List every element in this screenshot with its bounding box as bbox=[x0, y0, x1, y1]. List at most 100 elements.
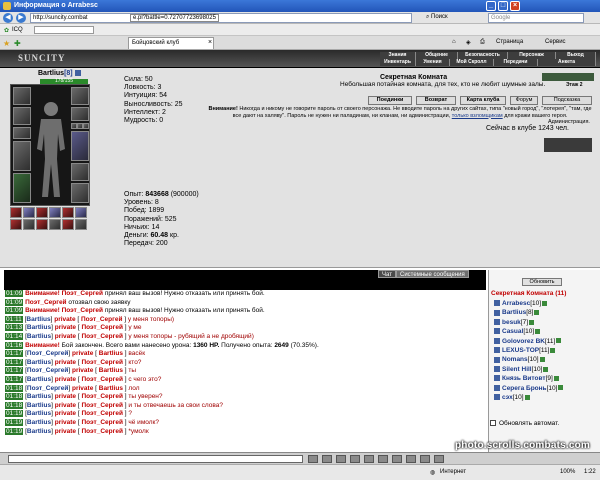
chat-recipient[interactable]: Bartlius bbox=[99, 367, 123, 374]
scroll-slot-3[interactable] bbox=[75, 207, 87, 218]
private-message-icon[interactable] bbox=[494, 356, 500, 363]
chat-timestamp[interactable]: 01:19 bbox=[5, 410, 24, 418]
menu-profile[interactable]: Анкета bbox=[538, 59, 596, 66]
tab-close-icon[interactable]: × bbox=[208, 39, 212, 46]
scroll-slot-1[interactable] bbox=[23, 207, 35, 218]
user-name[interactable]: Arrabesc bbox=[502, 300, 530, 307]
menu-character[interactable]: Персонаж bbox=[508, 52, 556, 59]
character-name[interactable]: Bartlius[8] bbox=[38, 70, 81, 77]
user-row[interactable]: Bartlius[8] bbox=[494, 309, 540, 316]
auto-refresh-checkbox[interactable]: Обновлять автомат. bbox=[490, 420, 559, 427]
user-name[interactable]: Князь Витовт bbox=[502, 375, 546, 382]
chat-sender[interactable]: Bartlius bbox=[26, 316, 50, 323]
potion-slot-4[interactable] bbox=[10, 219, 22, 230]
chat-timestamp[interactable]: 01:16 bbox=[5, 341, 24, 349]
chat-timestamp[interactable]: 01:19 bbox=[5, 418, 24, 426]
chat-recipient[interactable]: Поэт_Сергей bbox=[81, 419, 122, 426]
private-message-icon[interactable] bbox=[494, 328, 500, 335]
page-menu[interactable]: Страница bbox=[496, 39, 523, 45]
chat-nick[interactable]: Поэт_Сергей bbox=[62, 307, 103, 314]
chat-timestamp[interactable]: 01:19 bbox=[5, 427, 24, 435]
user-row[interactable]: LEXUS-TOP[11] bbox=[494, 347, 556, 354]
private-message-icon[interactable] bbox=[494, 375, 500, 382]
chat-sender[interactable]: Bartlius bbox=[27, 333, 51, 340]
menu-exit[interactable]: Выход bbox=[556, 52, 596, 59]
gloves-slot[interactable] bbox=[71, 87, 89, 105]
chat-timestamp[interactable]: 01:09 bbox=[5, 307, 24, 315]
user-row[interactable]: сэх[10] bbox=[494, 394, 530, 401]
chat-timestamp[interactable]: 01:09 bbox=[5, 298, 24, 306]
print-icon[interactable]: ⎙ bbox=[480, 39, 485, 46]
sound-icon[interactable] bbox=[420, 455, 430, 463]
user-name[interactable]: Golovorez BK bbox=[502, 338, 545, 345]
private-message-icon[interactable] bbox=[494, 309, 500, 316]
user-info-icon[interactable] bbox=[539, 357, 545, 363]
info-icon[interactable] bbox=[74, 70, 81, 77]
chat-sender[interactable]: Поэт_Сергей bbox=[27, 385, 68, 392]
potion-slot-1[interactable] bbox=[10, 207, 22, 218]
tab-chat[interactable]: Чат bbox=[378, 270, 396, 278]
private-message-icon[interactable] bbox=[494, 366, 500, 373]
send-icon[interactable] bbox=[308, 455, 318, 463]
user-info-icon[interactable] bbox=[535, 328, 541, 334]
belt-slot[interactable] bbox=[71, 163, 89, 181]
chat-recipient[interactable]: Bartlius bbox=[99, 350, 123, 357]
return-button[interactable]: Возврат bbox=[416, 96, 456, 105]
google-search-input[interactable]: Google bbox=[488, 13, 584, 23]
chat-sender[interactable]: Bartlius bbox=[27, 428, 51, 435]
chat-sender[interactable]: Bartlius bbox=[27, 410, 51, 417]
chat-recipient[interactable]: Поэт_Сергей bbox=[81, 428, 122, 435]
user-row[interactable]: Князь Витовт[9] bbox=[494, 375, 559, 382]
url-input[interactable]: http://suncity.combat bbox=[30, 13, 412, 23]
scroll-slot-4[interactable] bbox=[23, 219, 35, 230]
chat-recipient[interactable]: Поэт_Сергей bbox=[81, 333, 122, 340]
chat-timestamp[interactable]: 01:17 bbox=[5, 350, 24, 358]
zoom-level[interactable]: 100% bbox=[560, 469, 575, 475]
private-message-icon[interactable] bbox=[494, 319, 500, 326]
user-row[interactable]: Серега Бронь[10] bbox=[494, 385, 564, 392]
tab-active[interactable]: Бойцовский клуб bbox=[128, 37, 214, 49]
menu-skills[interactable]: Умения bbox=[416, 59, 450, 66]
scroll-icon[interactable] bbox=[378, 455, 388, 463]
user-name[interactable]: LEXUS-TOP bbox=[502, 347, 539, 354]
user-row[interactable]: Golovorez BK[11] bbox=[494, 337, 562, 345]
clear-icon[interactable] bbox=[322, 455, 332, 463]
chat-timestamp[interactable]: 01:09 bbox=[5, 290, 24, 297]
private-message-icon[interactable] bbox=[494, 300, 500, 307]
service-menu[interactable]: Сервис bbox=[545, 39, 566, 45]
user-info-icon[interactable] bbox=[524, 394, 530, 400]
user-row[interactable]: Arrabesc[10] bbox=[494, 300, 548, 307]
user-name[interactable]: Silent Hill bbox=[502, 366, 532, 373]
forward-button[interactable]: ▶ bbox=[16, 13, 26, 23]
necklace-slot[interactable] bbox=[13, 127, 31, 139]
chat-sender[interactable]: Bartlius bbox=[27, 324, 51, 331]
smiley-icon[interactable] bbox=[336, 455, 346, 463]
menu-security[interactable]: Безопасность bbox=[458, 52, 508, 59]
ring-slot-3[interactable] bbox=[83, 123, 89, 129]
icq-button[interactable]: ICQ bbox=[12, 27, 23, 33]
toolbar-search-field[interactable] bbox=[34, 26, 94, 34]
scroll-slot-5[interactable] bbox=[49, 219, 61, 230]
scroll-slot-6[interactable] bbox=[75, 219, 87, 230]
potion-slot-2[interactable] bbox=[36, 207, 48, 218]
refresh-button[interactable]: Обновить bbox=[522, 278, 562, 286]
chat-nick[interactable]: Поэт_Сергей bbox=[62, 290, 103, 297]
club-map-button[interactable]: Карта клуба bbox=[460, 96, 506, 105]
maximize-button[interactable]: □ bbox=[498, 1, 508, 11]
user-row[interactable]: Nomans[10] bbox=[494, 356, 545, 363]
chat-timestamp[interactable]: 01:17 bbox=[5, 367, 24, 375]
hint-button[interactable]: Подсказка bbox=[542, 96, 592, 105]
chat-sender[interactable]: Bartlius bbox=[27, 376, 51, 383]
user-info-icon[interactable] bbox=[534, 310, 540, 316]
user-info-icon[interactable] bbox=[550, 347, 556, 353]
scroll-slot-2[interactable] bbox=[49, 207, 61, 218]
shield-slot[interactable] bbox=[71, 131, 89, 161]
feeds-icon[interactable]: ◈ bbox=[466, 39, 471, 46]
user-name[interactable]: Серега Бронь bbox=[502, 385, 547, 392]
user-name[interactable]: Bartlius bbox=[502, 309, 526, 316]
user-info-icon[interactable] bbox=[556, 338, 562, 344]
chat-recipient[interactable]: Поэт_Сергей bbox=[81, 410, 122, 417]
private-message-icon[interactable] bbox=[494, 337, 500, 344]
chat-timestamp[interactable]: 01:17 bbox=[5, 358, 24, 366]
favorites-star-icon[interactable]: ★ bbox=[3, 39, 10, 48]
